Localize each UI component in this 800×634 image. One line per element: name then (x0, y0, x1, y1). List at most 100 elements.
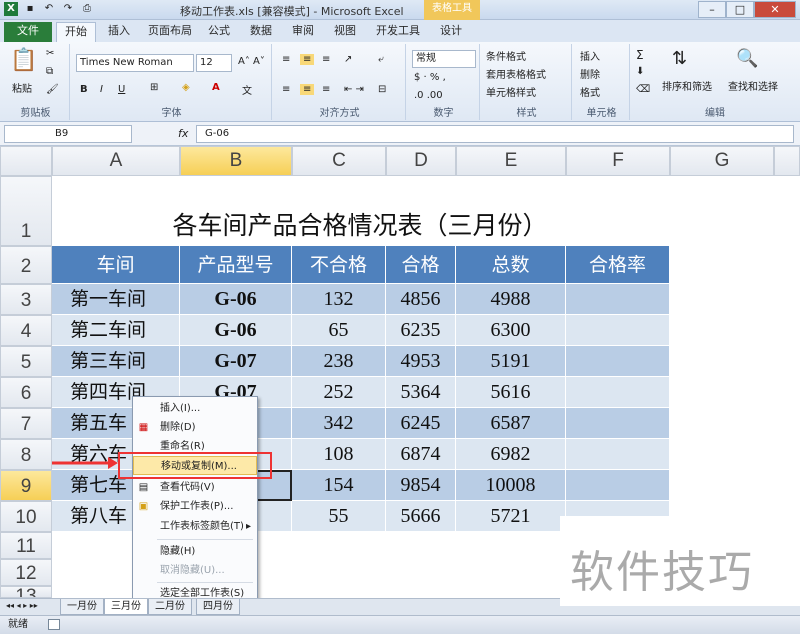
table-cell[interactable]: 9854 (386, 470, 456, 501)
maximize-icon[interactable]: □ (726, 1, 754, 18)
tab-home[interactable]: 开始 (56, 22, 96, 42)
tab-view[interactable]: 视图 (326, 22, 364, 42)
indent-icon[interactable]: ⇤ ⇥ (344, 84, 364, 95)
table-header-cell[interactable]: 合格率 (566, 246, 670, 284)
bold-button[interactable]: B (80, 84, 88, 95)
table-cell[interactable]: 108 (292, 439, 386, 470)
row-header[interactable]: 10 (0, 501, 52, 532)
sheet-tab-feb[interactable]: 二月份 (148, 599, 192, 615)
menu-item-view-code[interactable]: ▤ 查看代码(V) (133, 478, 257, 497)
column-header[interactable]: A (52, 146, 180, 176)
table-header-cell[interactable]: 合格 (386, 246, 456, 284)
cell-style-button[interactable]: 单元格样式 (486, 84, 536, 99)
find-select-button[interactable]: 查找和选择 (728, 78, 778, 93)
row-header[interactable]: 1 (0, 176, 52, 246)
table-cell[interactable]: 65 (292, 315, 386, 346)
row-header[interactable]: 13 (0, 586, 52, 598)
menu-item-protect[interactable]: ▣ 保护工作表(P)... (133, 497, 257, 516)
table-cell[interactable] (566, 346, 670, 377)
menu-item-insert[interactable]: 插入(I)... (133, 399, 257, 418)
table-cell[interactable]: G-06 (180, 284, 292, 315)
column-header[interactable]: D (386, 146, 456, 176)
delete-cells-button[interactable]: 删除 (580, 66, 600, 81)
table-cell[interactable]: 6874 (386, 439, 456, 470)
table-cell[interactable]: 5364 (386, 377, 456, 408)
macro-record-icon[interactable] (48, 619, 60, 630)
table-cell[interactable]: 4988 (456, 284, 566, 315)
underline-button[interactable]: U (118, 84, 125, 95)
sheet-tab-jan[interactable]: 一月份 (60, 599, 104, 615)
number-format-box[interactable]: 常规 (412, 50, 476, 68)
select-all-corner[interactable] (0, 146, 52, 176)
table-cell[interactable] (566, 408, 670, 439)
table-cell[interactable]: 6982 (456, 439, 566, 470)
table-cell[interactable]: 132 (292, 284, 386, 315)
tab-design[interactable]: 设计 (432, 22, 470, 42)
table-cell[interactable] (566, 315, 670, 346)
row-header[interactable]: 7 (0, 408, 52, 439)
row-header[interactable]: 4 (0, 315, 52, 346)
table-cell[interactable]: 5721 (456, 501, 566, 532)
format-cells-button[interactable]: 格式 (580, 84, 600, 99)
row-header[interactable]: 12 (0, 559, 52, 586)
table-cell[interactable]: 6587 (456, 408, 566, 439)
merge-icon[interactable]: ⊟ (378, 84, 386, 95)
tab-file[interactable]: 文件 (4, 22, 52, 42)
table-cell[interactable]: 238 (292, 346, 386, 377)
autosum-button[interactable]: Σ (636, 48, 644, 62)
table-cell[interactable]: 第一车间 (52, 284, 180, 315)
font-name-box[interactable]: Times New Roman (76, 54, 194, 72)
column-header[interactable]: G (670, 146, 774, 176)
sheet-tab-mar[interactable]: 三月份 (104, 599, 148, 615)
table-header-cell[interactable]: 产品型号 (180, 246, 292, 284)
sheet-nav-icon[interactable]: ◂◂ ◂ ▸ ▸▸ (6, 601, 38, 610)
undo-icon[interactable]: ↶ (42, 2, 56, 16)
table-cell[interactable]: G-06 (180, 315, 292, 346)
sort-filter-icon[interactable]: ⇅ (672, 48, 687, 69)
row-header[interactable]: 11 (0, 532, 52, 559)
table-cell[interactable]: G-07 (180, 346, 292, 377)
row-header[interactable]: 9 (0, 470, 52, 501)
table-cell[interactable]: 6245 (386, 408, 456, 439)
table-cell[interactable] (566, 470, 670, 501)
column-header[interactable]: F (566, 146, 670, 176)
table-cell[interactable]: 5616 (456, 377, 566, 408)
fill-icon[interactable]: ⬇ (636, 66, 644, 77)
tab-data[interactable]: 数据 (242, 22, 280, 42)
grow-font-icon[interactable]: A˄ A˅ (238, 56, 265, 67)
menu-item-tab-color[interactable]: 工作表标签颜色(T) ▸ (133, 517, 257, 536)
border-icon[interactable]: ⊞ (150, 82, 158, 93)
italic-button[interactable]: I (100, 84, 103, 95)
column-header[interactable]: E (456, 146, 566, 176)
column-header[interactable]: C (292, 146, 386, 176)
font-color-icon[interactable]: A (212, 82, 220, 93)
table-cell[interactable] (566, 439, 670, 470)
table-cell[interactable] (566, 377, 670, 408)
minimize-icon[interactable]: – (698, 1, 726, 18)
align-top-icon[interactable]: ≡ (282, 54, 290, 65)
redo-icon[interactable]: ↷ (61, 2, 75, 16)
table-cell[interactable]: 4856 (386, 284, 456, 315)
row-header[interactable]: 5 (0, 346, 52, 377)
row-header[interactable]: 6 (0, 377, 52, 408)
table-cell[interactable] (566, 284, 670, 315)
table-cell[interactable]: 6300 (456, 315, 566, 346)
column-header[interactable]: B (180, 146, 292, 176)
tab-developer[interactable]: 开发工具 (368, 22, 428, 42)
menu-item-hide[interactable]: 隐藏(H) (133, 542, 257, 561)
table-header-cell[interactable]: 总数 (456, 246, 566, 284)
menu-item-delete[interactable]: ▦ 删除(D) (133, 418, 257, 437)
sort-filter-button[interactable]: 排序和筛选 (662, 78, 712, 93)
wrap-text-icon[interactable]: ⤶ (378, 54, 384, 65)
column-header[interactable] (774, 146, 800, 176)
save-icon[interactable]: ▪ (23, 2, 37, 16)
phonetic-icon[interactable]: 文 (242, 82, 252, 97)
insert-cells-button[interactable]: 插入 (580, 48, 600, 63)
row-header[interactable]: 8 (0, 439, 52, 470)
table-header-cell[interactable]: 车间 (52, 246, 180, 284)
tab-formulas[interactable]: 公式 (200, 22, 238, 42)
table-cell[interactable]: 第三车间 (52, 346, 180, 377)
close-icon[interactable]: ✕ (754, 1, 796, 18)
sheet-tab-apr[interactable]: 四月份 (196, 599, 240, 615)
decimal-icon[interactable]: .0 .00 (414, 90, 443, 101)
